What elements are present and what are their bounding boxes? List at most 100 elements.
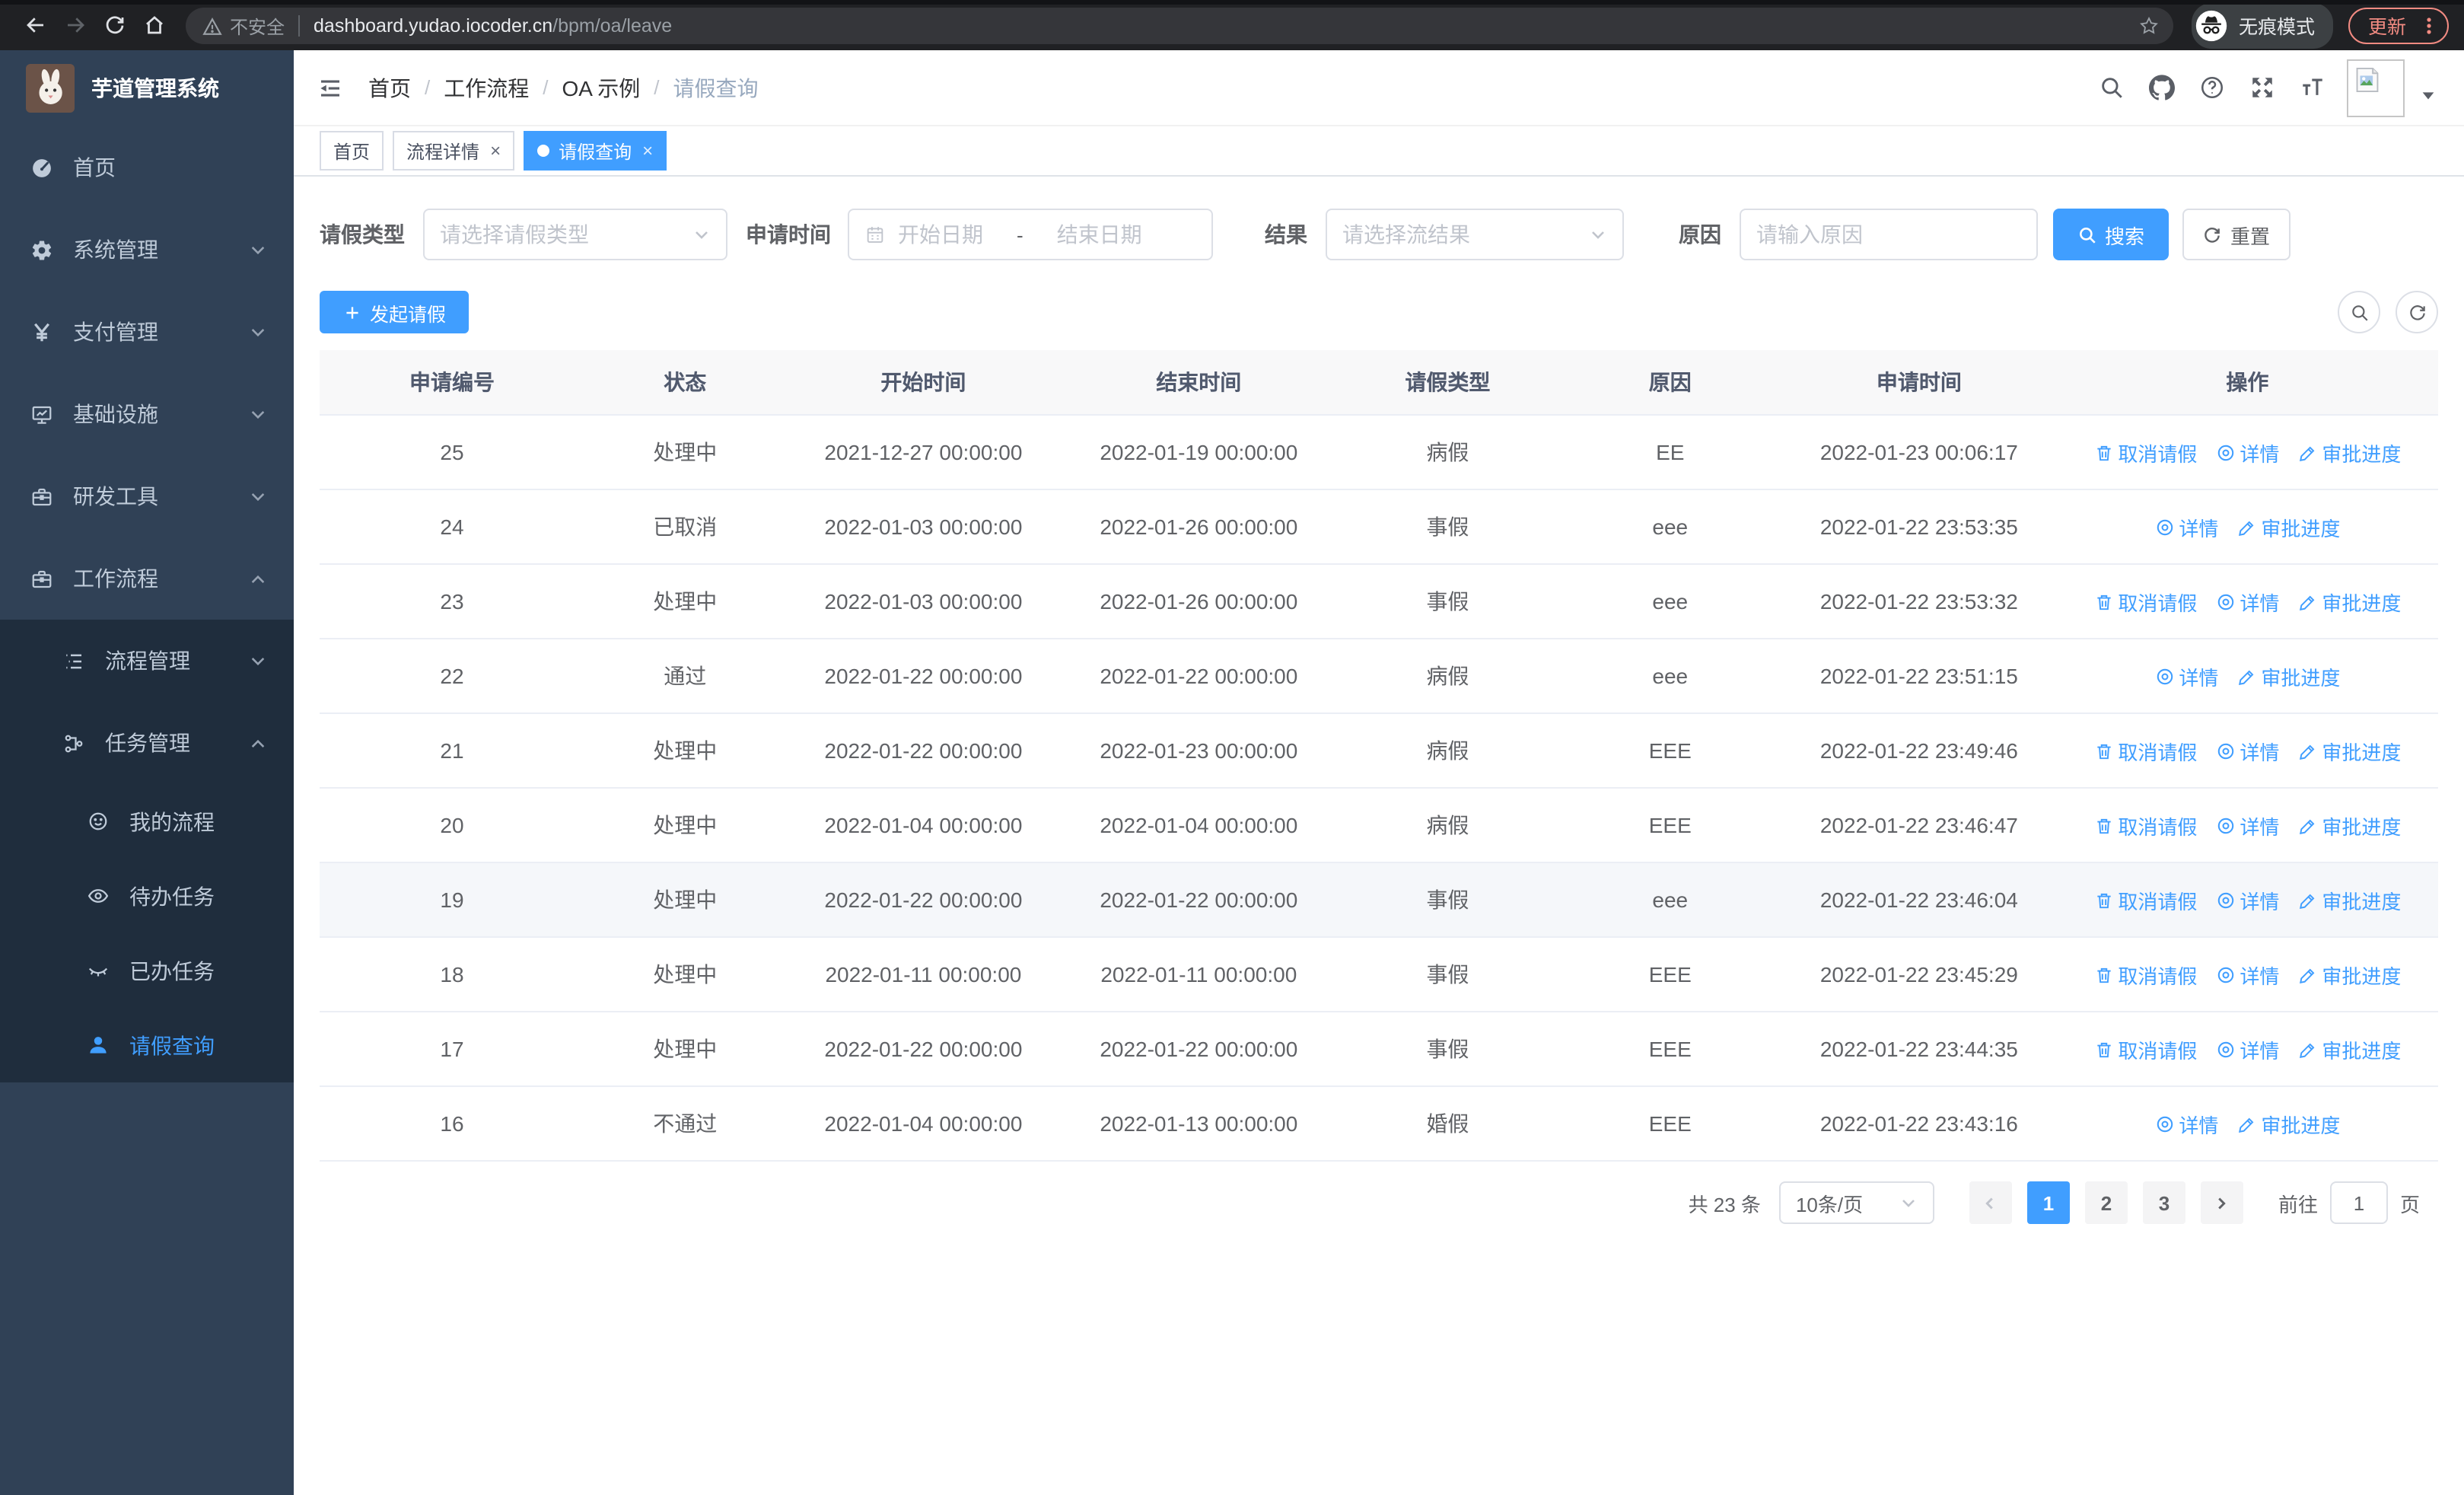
sidebar-item-label: 研发工具 xyxy=(73,484,158,508)
cancel-action-link[interactable]: 取消请假 xyxy=(2093,438,2197,467)
create-leave-button[interactable]: 发起请假 xyxy=(320,291,470,333)
sidebar-item-待办任务[interactable]: 待办任务 xyxy=(0,859,294,933)
font-size-icon[interactable] xyxy=(2287,62,2338,113)
progress-action-link[interactable]: 审批进度 xyxy=(2236,1109,2340,1138)
sidebar-item-支付管理[interactable]: 支付管理 xyxy=(0,291,294,373)
cancel-action-link[interactable]: 取消请假 xyxy=(2093,811,2197,840)
sidebar-item-我的流程[interactable]: 我的流程 xyxy=(0,784,294,859)
tab-流程详情[interactable]: 流程详情 × xyxy=(393,131,515,171)
address-bar[interactable]: 不安全 dashboard.yudao.iocoder.cn/bpm/oa/le… xyxy=(186,8,2173,44)
sidebar-item-首页[interactable]: 首页 xyxy=(0,126,294,209)
detail-action-link[interactable]: 详情 xyxy=(2154,1109,2218,1138)
sidebar-item-工作流程[interactable]: 工作流程 xyxy=(0,537,294,620)
page-unit-label: 页 xyxy=(2399,1193,2420,1216)
reset-button[interactable]: 重置 xyxy=(2182,209,2291,260)
cell-end-time: 2022-01-22 00:00:00 xyxy=(1061,862,1337,938)
help-icon[interactable] xyxy=(2187,62,2237,113)
sidebar-item-基础设施[interactable]: 基础设施 xyxy=(0,373,294,455)
progress-action-link[interactable]: 审批进度 xyxy=(2297,885,2401,914)
sidebar-item-已办任务[interactable]: 已办任务 xyxy=(0,933,294,1008)
browser-menu-icon[interactable] xyxy=(2420,16,2438,34)
close-icon[interactable]: × xyxy=(490,142,501,160)
next-page-button[interactable] xyxy=(2200,1181,2243,1224)
breadcrumb-item[interactable]: 首页 xyxy=(368,72,411,103)
cell-actions: 取消请假 详情 审批进度 xyxy=(2056,564,2438,639)
detail-action-link[interactable]: 详情 xyxy=(2215,438,2279,467)
progress-action-link[interactable]: 审批进度 xyxy=(2297,438,2401,467)
sidebar-item-请假查询[interactable]: 请假查询 xyxy=(0,1008,294,1082)
result-select[interactable]: 请选择流结果 xyxy=(1326,209,1624,260)
cancel-action-link[interactable]: 取消请假 xyxy=(2093,587,2197,616)
refresh-table-button[interactable] xyxy=(2396,291,2438,333)
sidebar-item-研发工具[interactable]: 研发工具 xyxy=(0,455,294,537)
progress-action-link[interactable]: 审批进度 xyxy=(2297,811,2401,840)
detail-action-link[interactable]: 详情 xyxy=(2215,811,2279,840)
goto-page-input[interactable]: 1 xyxy=(2329,1181,2388,1224)
detail-action-link[interactable]: 详情 xyxy=(2154,512,2218,541)
sidebar-item-任务管理[interactable]: 任务管理 xyxy=(0,702,294,784)
sidebar-item-流程管理[interactable]: 流程管理 xyxy=(0,620,294,702)
cell-id: 21 xyxy=(320,713,584,789)
leave-type-select[interactable]: 请选择请假类型 xyxy=(423,209,727,260)
progress-action-link[interactable]: 审批进度 xyxy=(2236,661,2340,690)
sidebar-item-系统管理[interactable]: 系统管理 xyxy=(0,209,294,291)
progress-action-link[interactable]: 审批进度 xyxy=(2297,736,2401,765)
progress-action-link[interactable]: 审批进度 xyxy=(2297,960,2401,989)
pagination: 共 23 条 10条/页 123 前往 1 页 xyxy=(320,1181,2438,1224)
start-date-input[interactable]: 开始日期 xyxy=(898,219,983,250)
browser-back-icon[interactable] xyxy=(15,5,55,45)
not-secure-icon xyxy=(202,16,222,36)
toggle-search-button[interactable] xyxy=(2338,291,2380,333)
column-header: 结束时间 xyxy=(1061,350,1337,416)
page-size-select[interactable]: 10条/页 xyxy=(1778,1181,1934,1224)
header-search-icon[interactable] xyxy=(2087,62,2137,113)
progress-action-link[interactable]: 审批进度 xyxy=(2297,587,2401,616)
page-button-3[interactable]: 3 xyxy=(2142,1181,2185,1224)
detail-action-link[interactable]: 详情 xyxy=(2215,885,2279,914)
cell-start-time: 2021-12-27 00:00:00 xyxy=(785,415,1062,490)
cancel-action-link[interactable]: 取消请假 xyxy=(2093,736,2197,765)
detail-action-link[interactable]: 详情 xyxy=(2215,587,2279,616)
tab-请假查询[interactable]: 请假查询 × xyxy=(524,131,667,171)
cell-start-time: 2022-01-22 00:00:00 xyxy=(785,1012,1062,1087)
calendar-icon xyxy=(864,224,886,245)
breadcrumb-item[interactable]: 工作流程 xyxy=(444,72,529,103)
search-button[interactable]: 搜索 xyxy=(2053,209,2169,260)
tab-首页[interactable]: 首页 xyxy=(320,131,384,171)
cell-leave-type: 事假 xyxy=(1336,862,1559,938)
range-separator: - xyxy=(1017,223,1023,246)
omnibox-divider xyxy=(298,15,301,37)
end-date-input[interactable]: 结束日期 xyxy=(1057,219,1142,250)
reason-input[interactable]: 请输入原因 xyxy=(1740,209,2038,260)
prev-page-button[interactable] xyxy=(1969,1181,2012,1224)
progress-action-link[interactable]: 审批进度 xyxy=(2236,512,2340,541)
cancel-action-link[interactable]: 取消请假 xyxy=(2093,885,2197,914)
cancel-action-link[interactable]: 取消请假 xyxy=(2093,960,2197,989)
breadcrumb-item[interactable]: OA 示例 xyxy=(562,72,641,103)
bookmark-star-icon[interactable] xyxy=(2131,8,2167,44)
detail-action-link[interactable]: 详情 xyxy=(2215,736,2279,765)
browser-forward-icon[interactable] xyxy=(55,5,94,45)
avatar-caret-icon[interactable] xyxy=(2414,81,2441,109)
page-button-2[interactable]: 2 xyxy=(2084,1181,2128,1224)
detail-action-link[interactable]: 详情 xyxy=(2215,1034,2279,1063)
apply-time-range-picker[interactable]: 开始日期 - 结束日期 xyxy=(848,209,1213,260)
delete-icon xyxy=(2093,1039,2113,1059)
browser-reload-icon[interactable] xyxy=(94,5,134,45)
fullscreen-icon[interactable] xyxy=(2237,62,2287,113)
page-button-1[interactable]: 1 xyxy=(2026,1181,2070,1224)
sidebar-item-label: 我的流程 xyxy=(129,809,215,834)
progress-action-link[interactable]: 审批进度 xyxy=(2297,1034,2401,1063)
detail-action-link[interactable]: 详情 xyxy=(2154,661,2218,690)
cancel-action-link[interactable]: 取消请假 xyxy=(2093,1034,2197,1063)
cell-actions: 取消请假 详情 审批进度 xyxy=(2056,788,2438,863)
sidebar-collapse-icon[interactable] xyxy=(317,74,344,101)
detail-action-link[interactable]: 详情 xyxy=(2215,960,2279,989)
close-icon[interactable]: × xyxy=(642,142,653,160)
cell-apply-time: 2022-01-22 23:49:46 xyxy=(1781,713,2057,789)
browser-update-button[interactable]: 更新 xyxy=(2348,7,2449,43)
github-icon[interactable] xyxy=(2137,62,2187,113)
edit-icon xyxy=(2297,815,2317,835)
browser-home-icon[interactable] xyxy=(134,5,173,45)
user-avatar[interactable] xyxy=(2347,59,2405,116)
